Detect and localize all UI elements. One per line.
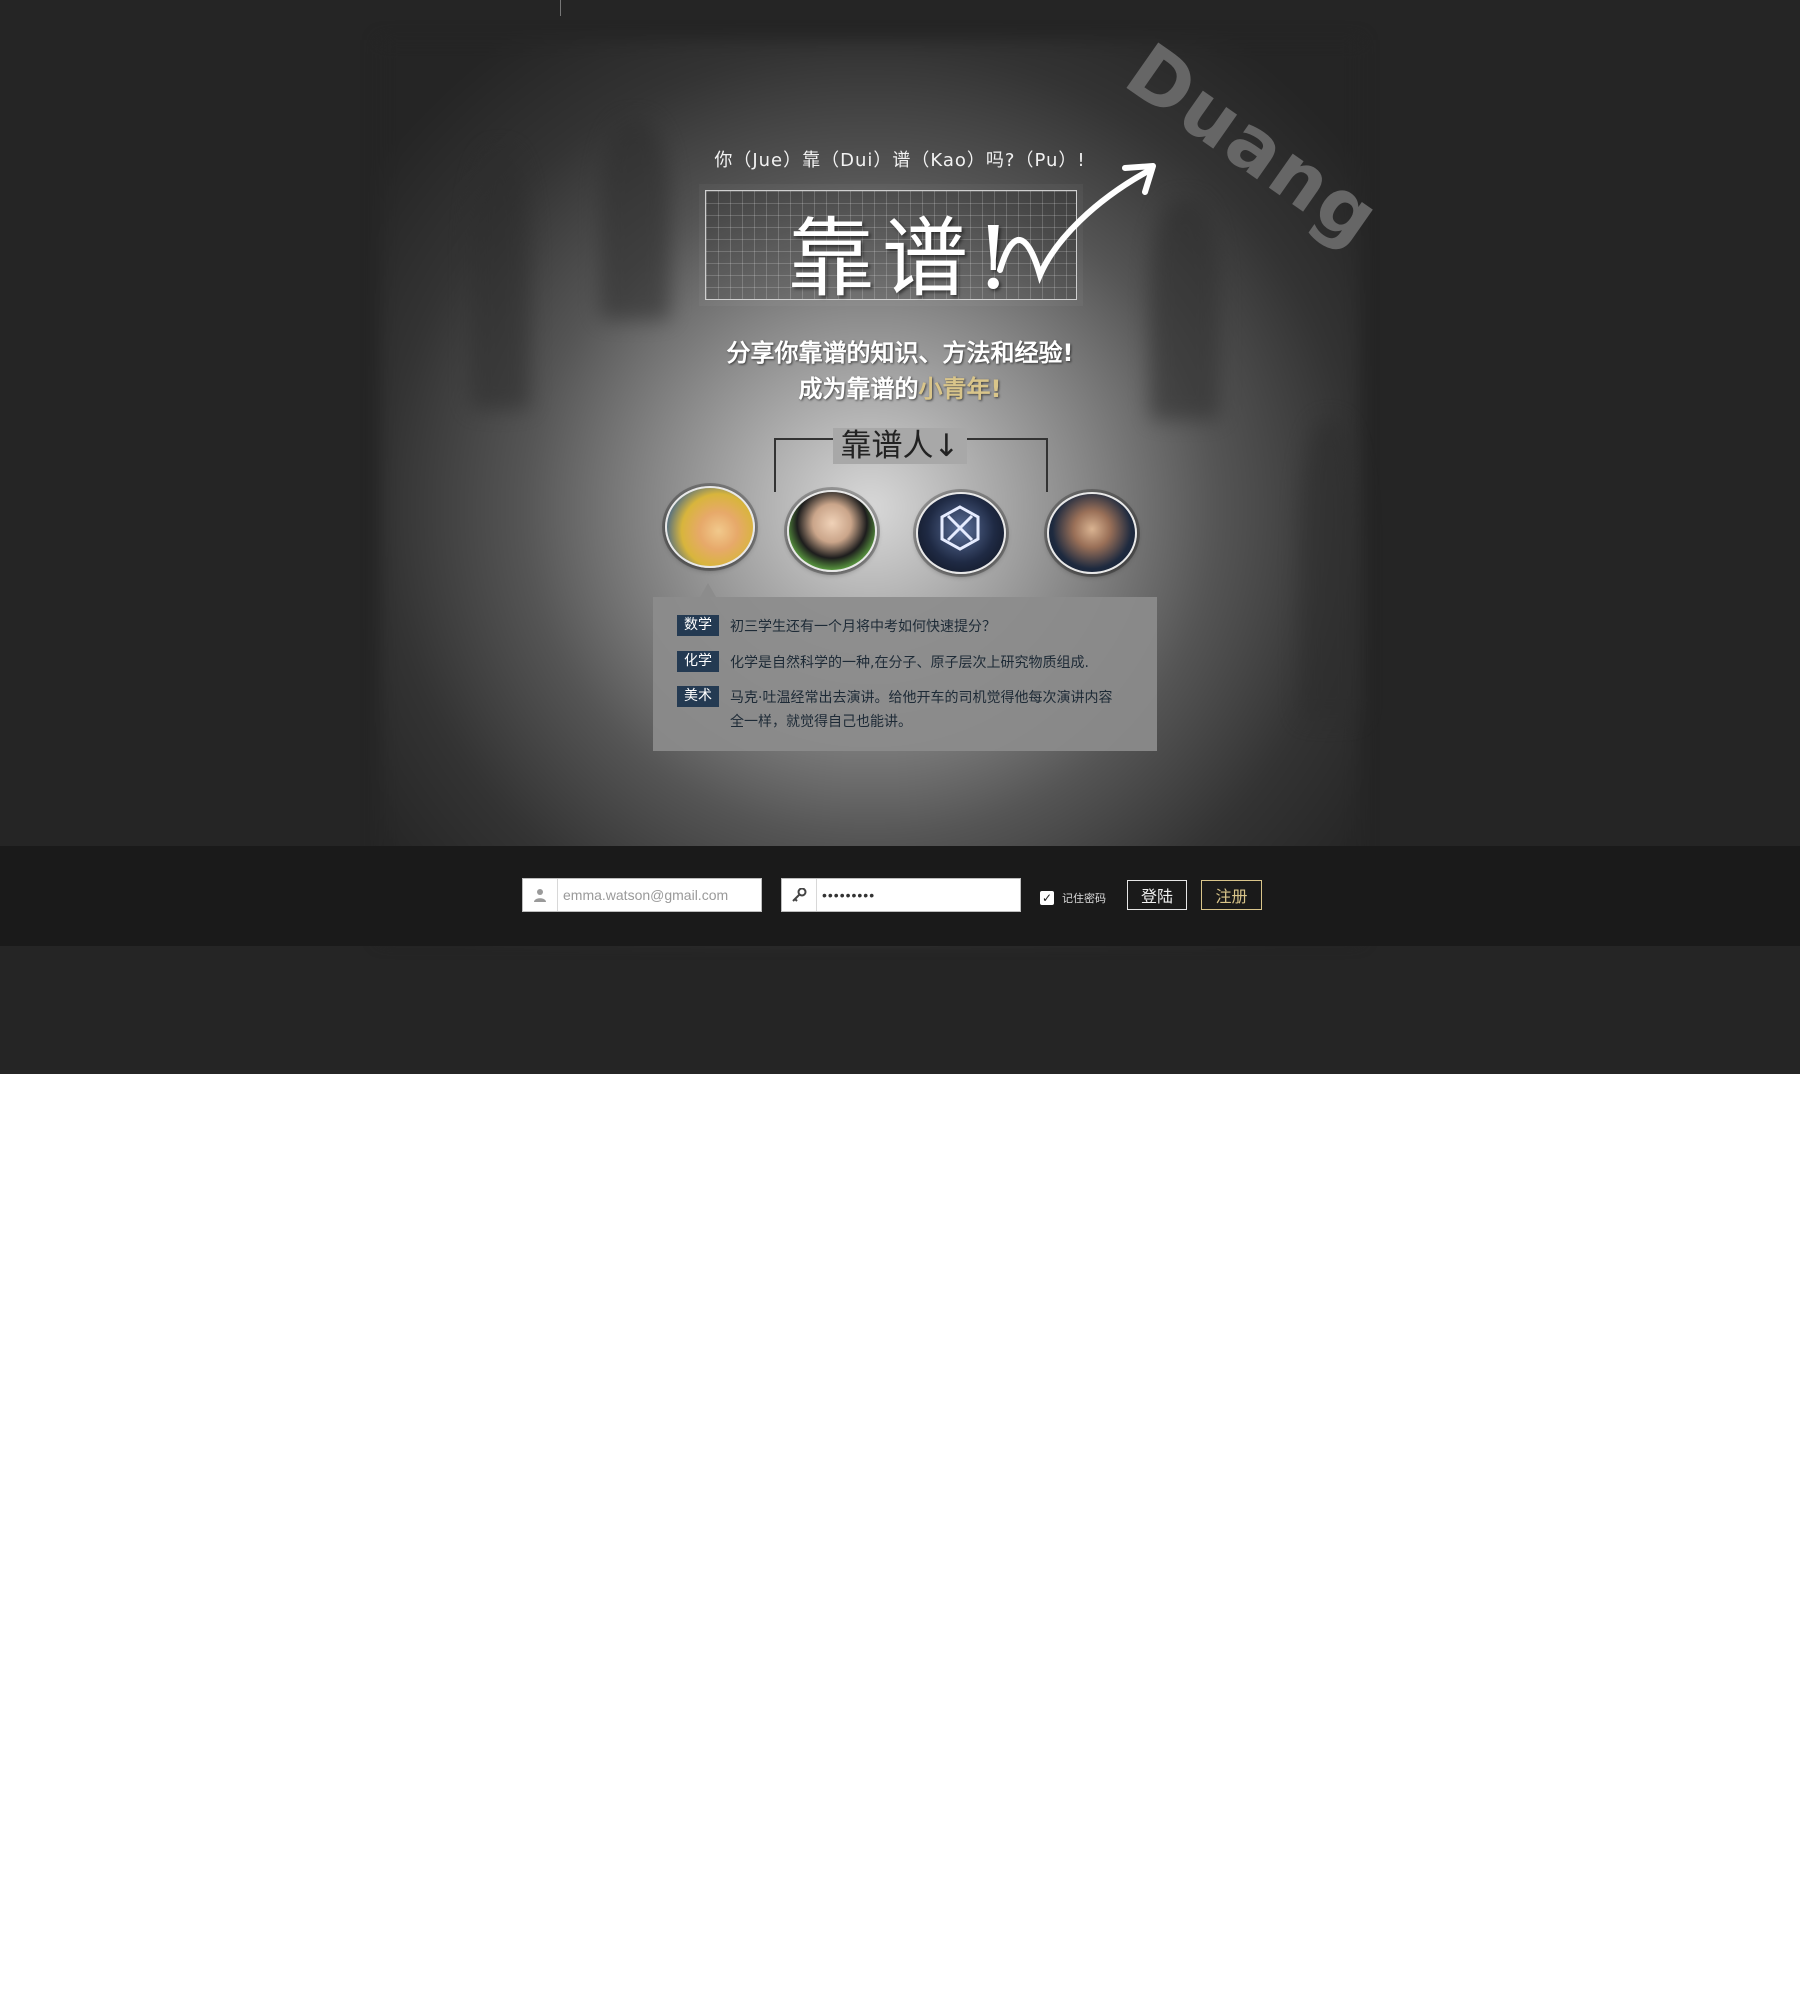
- key-icon: [782, 879, 817, 911]
- people-label-text: 靠谱人↓: [832, 428, 968, 464]
- remember-label: 记住密码: [1062, 892, 1106, 905]
- background-figure: [1300, 420, 1360, 720]
- login-button[interactable]: 登陆: [1127, 880, 1187, 910]
- email-field[interactable]: [522, 878, 762, 912]
- hexagon-logo-icon: [940, 505, 980, 551]
- slogan-line-2-prefix: 成为靠谱的: [798, 375, 919, 403]
- item-text: 化学是自然科学的一种,在分子、原子层次上研究物质组成.: [730, 655, 1089, 671]
- subject-tag: 数学: [677, 615, 719, 636]
- password-input[interactable]: [822, 879, 1012, 911]
- email-input[interactable]: [563, 879, 753, 911]
- remember-password[interactable]: ✓ 记住密码: [1040, 890, 1106, 906]
- knowledge-panel: 数学 初三学生还有一个月将中考如何快速提分？ 化学 化学是自然科学的一种,在分子…: [653, 597, 1157, 751]
- avatar[interactable]: [916, 492, 1006, 574]
- rising-arrow-icon: [997, 163, 1156, 284]
- register-button[interactable]: 注册: [1201, 880, 1262, 910]
- login-bar: ✓ 记住密码 登陆 注册: [0, 846, 1800, 946]
- list-item[interactable]: 化学 化学是自然科学的一种,在分子、原子层次上研究物质组成.: [677, 651, 1125, 675]
- people-section-label: 靠谱人↓: [0, 420, 1800, 465]
- divider-line: [560, 0, 561, 16]
- slogan-line-2-highlight: 小青年!: [918, 375, 1002, 403]
- subject-tag: 美术: [677, 686, 719, 707]
- item-text: 初三学生还有一个月将中考如何快速提分？: [730, 619, 996, 635]
- page-title: 靠谱!: [788, 209, 1019, 309]
- hero-section: Duang 你（Jue）靠（Dui）谱（Kao）吗?（Pu）! 靠谱! 分享你靠…: [0, 0, 1800, 1074]
- user-icon: [523, 879, 558, 911]
- avatar[interactable]: [665, 486, 755, 568]
- list-item[interactable]: 美术 马克·吐温经常出去演讲。给他开车的司机觉得他每次演讲内容全一样，就觉得自己…: [677, 686, 1125, 734]
- password-field[interactable]: [781, 878, 1021, 912]
- subject-tag: 化学: [677, 651, 719, 672]
- page-subtitle: 你（Jue）靠（Dui）谱（Kao）吗?（Pu）!: [714, 150, 1086, 171]
- list-item[interactable]: 数学 初三学生还有一个月将中考如何快速提分？: [677, 615, 1125, 639]
- remember-checkbox[interactable]: ✓: [1040, 891, 1054, 905]
- avatar[interactable]: [787, 490, 877, 572]
- slogan-line-2: 成为靠谱的小青年!: [0, 369, 1800, 404]
- item-text: 马克·吐温经常出去演讲。给他开车的司机觉得他每次演讲内容全一样，就觉得自己也能讲…: [730, 690, 1113, 730]
- avatar[interactable]: [1047, 492, 1137, 574]
- speech-pointer: [700, 583, 716, 597]
- slogan-line-1: 分享你靠谱的知识、方法和经验!: [726, 339, 1074, 367]
